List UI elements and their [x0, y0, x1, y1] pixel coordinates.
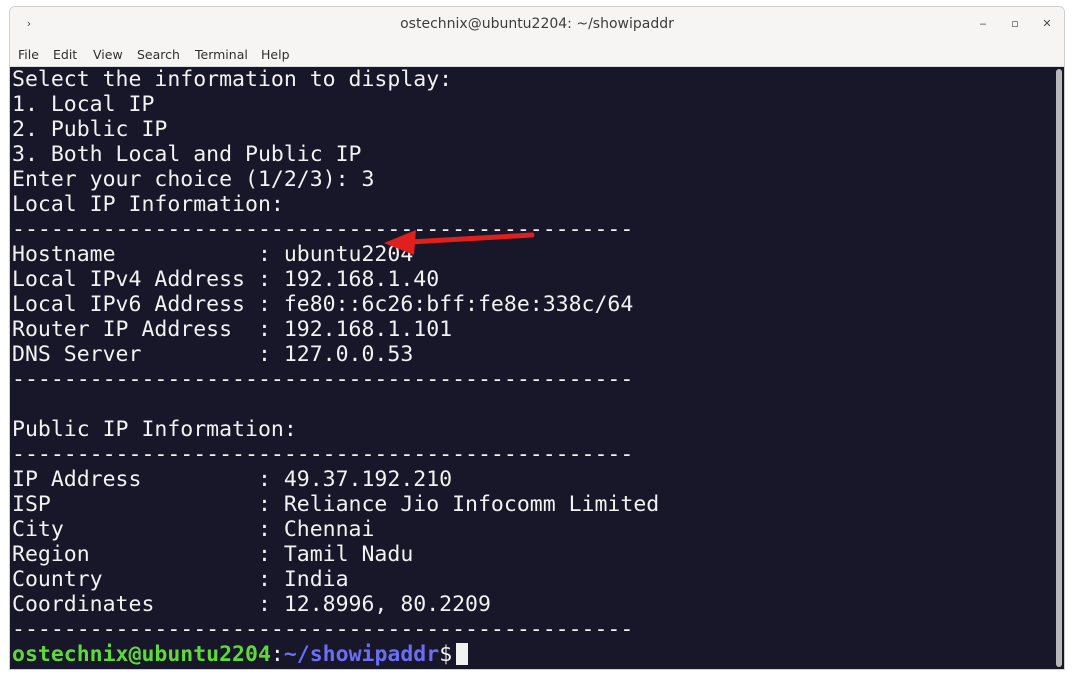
terminal-line: Hostname : ubuntu2204	[12, 242, 414, 267]
text-cursor	[456, 643, 469, 665]
menu-help[interactable]: Help	[261, 47, 290, 62]
terminal-output[interactable]: Select the information to display: 1. Lo…	[10, 67, 1054, 669]
terminal-line: Coordinates : 12.8996, 80.2209	[12, 592, 491, 617]
vertical-scrollbar[interactable]	[1054, 67, 1064, 669]
shell-prompt[interactable]: ostechnix@ubuntu2204:~/showipaddr$	[12, 642, 469, 667]
red-arrow-icon	[384, 230, 535, 255]
terminal-line: DNS Server : 127.0.0.53	[12, 342, 414, 367]
prompt-symbol: $	[439, 642, 453, 667]
menu-bar: File Edit View Search Terminal Help	[10, 43, 1064, 67]
terminal-line: Enter your choice (1/2/3): 3	[12, 167, 375, 192]
terminal-line: ----------------------------------------…	[12, 617, 634, 642]
menu-file[interactable]: File	[18, 47, 39, 62]
terminal-line: Router IP Address : 192.168.1.101	[12, 317, 453, 342]
title-bar[interactable]: › ostechnix@ubuntu2204: ~/showipaddr ‒ ▫…	[10, 7, 1064, 43]
minimize-icon[interactable]: ‒	[976, 17, 990, 31]
terminal-line: ----------------------------------------…	[12, 367, 634, 392]
terminal-line: Region : Tamil Nadu	[12, 542, 414, 567]
terminal-line: IP Address : 49.37.192.210	[12, 467, 453, 492]
terminal-line: 1. Local IP	[12, 92, 155, 117]
terminal-line: Local IPv6 Address : fe80::6c26:bff:fe8e…	[12, 292, 634, 317]
maximize-icon[interactable]: ▫	[1008, 17, 1022, 31]
close-icon[interactable]: ✕	[1040, 17, 1054, 31]
menu-edit[interactable]: Edit	[53, 47, 77, 62]
terminal-line: Local IP Information:	[12, 192, 284, 217]
window-title: ostechnix@ubuntu2204: ~/showipaddr	[400, 16, 674, 32]
terminal-line: Local IPv4 Address : 192.168.1.40	[12, 267, 440, 292]
terminal-line: 2. Public IP	[12, 117, 168, 142]
menu-search[interactable]: Search	[137, 47, 180, 62]
terminal-window: › ostechnix@ubuntu2204: ~/showipaddr ‒ ▫…	[9, 6, 1065, 670]
terminal-line: ISP : Reliance Jio Infocomm Limited	[12, 492, 660, 517]
terminal-line: Public IP Information:	[12, 417, 297, 442]
scrollbar-thumb[interactable]	[1056, 69, 1062, 667]
menu-view[interactable]: View	[93, 47, 123, 62]
terminal-line: Country : India	[12, 567, 349, 592]
terminal-line: ----------------------------------------…	[12, 442, 634, 467]
prompt-user-host: ostechnix@ubuntu2204	[12, 642, 271, 667]
terminal-line: 3. Both Local and Public IP	[12, 142, 362, 167]
terminal-line: City : Chennai	[12, 517, 375, 542]
terminal-line: ----------------------------------------…	[12, 217, 634, 242]
terminal-line: Select the information to display:	[12, 67, 453, 92]
prompt-path: ~/showipaddr	[283, 642, 440, 667]
menu-terminal[interactable]: Terminal	[195, 47, 248, 62]
prompt-colon: :	[270, 642, 284, 667]
